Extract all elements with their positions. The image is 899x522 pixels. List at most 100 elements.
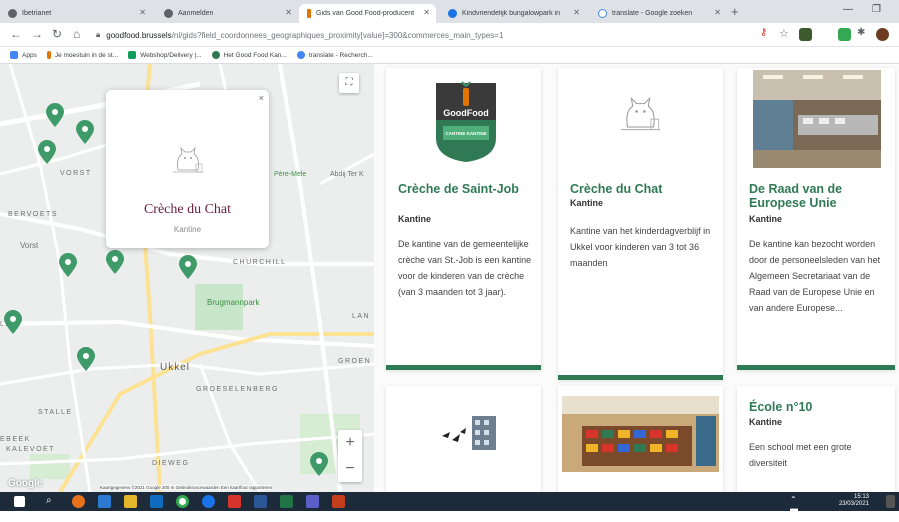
- windows-start-icon[interactable]: [14, 496, 25, 507]
- tab-translate[interactable]: translate - Google zoeken ✕: [590, 4, 727, 23]
- star-icon[interactable]: ☆: [779, 27, 789, 40]
- puzzle-icon[interactable]: ✱: [857, 27, 865, 38]
- bookmark-label: Het Good Food Kan...: [223, 51, 287, 59]
- tray-icons[interactable]: ⌃ ▬ ◖ ◂: [790, 495, 803, 522]
- card-title[interactable]: De Raad van de Europese Unie: [749, 182, 889, 210]
- map-pin-icon-selected[interactable]: [177, 254, 199, 280]
- tab-goodfood[interactable]: Gids van Good Food-producent ✕: [299, 4, 436, 23]
- cat-sketch-image: [621, 96, 660, 131]
- map-label: KALEVOET: [6, 446, 55, 453]
- avatar[interactable]: [876, 28, 889, 41]
- task-icon[interactable]: [98, 495, 111, 508]
- google-icon: [598, 9, 607, 18]
- new-tab-button[interactable]: +: [731, 4, 739, 19]
- key-icon[interactable]: ⚷: [760, 27, 767, 38]
- chrome-icon[interactable]: [176, 495, 189, 508]
- card-description: De kantine kan bezocht worden door de pe…: [749, 239, 881, 313]
- word-icon[interactable]: [254, 495, 267, 508]
- tab-bungalowpark[interactable]: Kindvriendelijk bungalowpark in ✕: [440, 4, 586, 23]
- maximize-icon[interactable]: ❐: [872, 4, 881, 15]
- clock-date: 23/03/2021: [838, 501, 869, 507]
- bookmark-favicon-icon: [46, 51, 51, 59]
- outlook-icon[interactable]: [150, 495, 163, 508]
- leaf-icon: [211, 51, 220, 59]
- map-label: Vorst: [20, 241, 39, 250]
- map-pin-icon[interactable]: [36, 139, 58, 165]
- card-type: Kantine: [749, 214, 783, 224]
- map-pin-icon[interactable]: [44, 102, 66, 128]
- close-icon[interactable]: ✕: [423, 8, 430, 17]
- card-title[interactable]: Crèche du Chat: [570, 182, 715, 196]
- card-title[interactable]: École n°10: [749, 400, 889, 414]
- map-panel[interactable]: VORST BERVOETS Vorst CHURCHILL Ukkel GRO…: [0, 64, 374, 492]
- card-description: Kantine van het kinderdagverblijf in Ukk…: [570, 226, 711, 268]
- powerpoint-icon[interactable]: [332, 495, 345, 508]
- map-pin-icon[interactable]: [74, 119, 96, 145]
- search-icon[interactable]: ⌕: [46, 495, 59, 508]
- popup-subtitle: Kantine: [173, 225, 202, 234]
- forward-icon[interactable]: →: [31, 27, 43, 41]
- clock-time: 15:13: [853, 494, 869, 500]
- url-field[interactable]: 🔒︎ goodfood.brussels /nl/gids?field_coor…: [96, 27, 746, 43]
- back-icon[interactable]: ←: [10, 27, 22, 41]
- zoom-out-button[interactable]: −: [338, 456, 362, 482]
- map-label: Abdij Ter K: [330, 171, 364, 178]
- map-pin-icon[interactable]: [308, 451, 330, 477]
- extension-icon[interactable]: [838, 28, 851, 41]
- bookmark-label: translate - Recherch...: [308, 51, 373, 59]
- close-icon[interactable]: ✕: [139, 8, 146, 17]
- bookmark-goodfood-kantine[interactable]: Het Good Food Kan...: [211, 51, 287, 59]
- card-type: Kantine: [398, 214, 432, 224]
- close-icon[interactable]: ✕: [573, 8, 580, 17]
- map-pin-icon[interactable]: [57, 252, 79, 278]
- fullscreen-icon: ⛶: [345, 77, 353, 88]
- bookmark-label: Webshop/Delivery |...: [140, 51, 202, 59]
- map-pin-icon[interactable]: [104, 249, 126, 275]
- result-card[interactable]: École n°10 Kantine Een school met een gr…: [737, 386, 895, 492]
- apps-icon: [10, 51, 18, 59]
- google-icon: [296, 51, 305, 59]
- result-card[interactable]: [558, 386, 723, 492]
- extension-icon[interactable]: [799, 28, 812, 41]
- result-card[interactable]: GoodFood CANTINE KANTINE Crèche de Saint…: [386, 68, 541, 370]
- card-type: Kantine: [570, 198, 604, 208]
- zoom-in-button[interactable]: +: [338, 430, 362, 456]
- result-card[interactable]: Crèche du Chat Kantine Kantine van het k…: [558, 68, 723, 380]
- bookmark-moestuin[interactable]: Je moestuin in de st...: [46, 51, 118, 59]
- minimize-icon[interactable]: —: [843, 4, 853, 15]
- map-label: CHURCHILL: [233, 259, 287, 266]
- map-pin-icon[interactable]: [2, 309, 24, 335]
- bookmark-label: Apps: [22, 51, 37, 59]
- excel-icon[interactable]: [280, 495, 293, 508]
- reload-icon[interactable]: ↻: [52, 27, 62, 41]
- bookmark-apps[interactable]: Apps: [10, 51, 37, 59]
- notification-icon[interactable]: [886, 495, 895, 508]
- bookmark-webshop[interactable]: Webshop/Delivery |...: [128, 51, 202, 59]
- address-bar-row: ← → ↻ ⌂ 🔒︎ goodfood.brussels /nl/gids?fi…: [0, 23, 899, 47]
- birds-building-image: [442, 416, 496, 450]
- result-card[interactable]: De Raad van de Europese Unie Kantine De …: [737, 68, 895, 370]
- bookmark-translate[interactable]: translate - Recherch...: [296, 51, 373, 59]
- map-pin-icon[interactable]: [75, 346, 97, 372]
- teams-icon[interactable]: [306, 495, 319, 508]
- explorer-icon[interactable]: [124, 495, 137, 508]
- system-clock[interactable]: 15:13 23/03/2021: [839, 494, 869, 508]
- results-grid: GoodFood CANTINE KANTINE Crèche de Saint…: [374, 64, 899, 492]
- map-footer[interactable]: Kaartgegevens ©2021 Google 200 m Gebruik…: [100, 485, 273, 490]
- result-card[interactable]: [386, 386, 541, 492]
- tab-ibetrianet[interactable]: Ibetrianet ✕: [0, 4, 152, 23]
- edge-icon[interactable]: [202, 495, 215, 508]
- home-icon[interactable]: ⌂: [73, 27, 80, 41]
- fullscreen-button[interactable]: ⛶: [339, 73, 359, 93]
- close-icon[interactable]: ×: [259, 93, 264, 103]
- tab-aanmelden[interactable]: Aanmelden ✕: [156, 4, 298, 23]
- google-logo[interactable]: Google: [8, 478, 42, 489]
- app-icon[interactable]: [228, 495, 241, 508]
- firefox-icon[interactable]: [72, 495, 85, 508]
- card-description: Een school met een grote diversiteit: [749, 442, 852, 468]
- map-label: Brugmannpark: [207, 298, 260, 307]
- close-icon[interactable]: ✕: [285, 8, 292, 17]
- close-icon[interactable]: ✕: [714, 8, 721, 17]
- popup-title[interactable]: Crèche du Chat: [106, 202, 269, 218]
- card-title[interactable]: Crèche de Saint-Job: [398, 182, 528, 196]
